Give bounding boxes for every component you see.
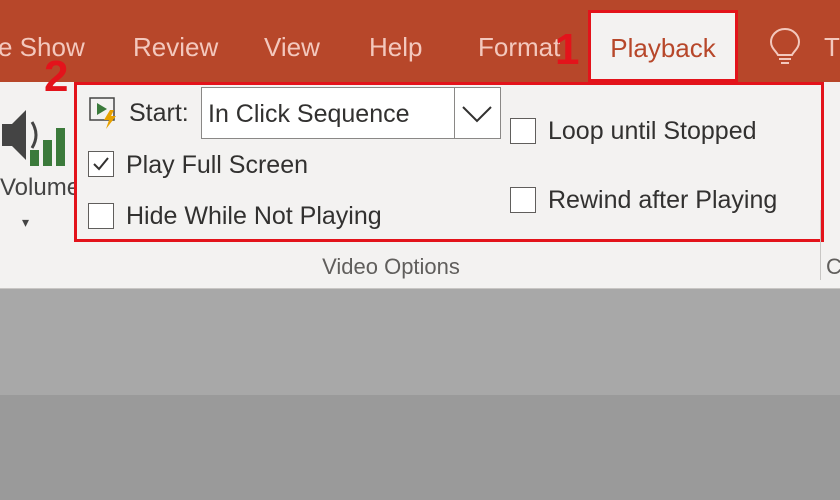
start-label: Start: [129,99,189,127]
loop-until-stopped-checkbox[interactable] [510,118,536,144]
tab-format[interactable]: Format [478,30,560,64]
tab-slide-show[interactable]: e Show [0,30,85,64]
rewind-after-playing-label[interactable]: Rewind after Playing [548,184,777,216]
tab-review[interactable]: Review [133,30,218,64]
annotation-marker-1: 1 [555,25,580,74]
tab-help[interactable]: Help [369,30,422,64]
chevron-down-icon[interactable] [454,88,500,138]
tab-playback[interactable]: Playback [588,10,738,82]
volume-dropdown-caret[interactable]: ▾ [22,214,29,231]
start-dropdown[interactable]: In Click Sequence [201,87,501,139]
hide-while-not-playing-checkbox[interactable] [88,203,114,229]
annotation-marker-2: 2 [44,52,69,101]
video-options-group-label: Video Options [322,254,460,279]
lightbulb-icon[interactable] [768,26,802,71]
play-full-screen-label[interactable]: Play Full Screen [126,149,308,181]
hide-while-not-playing-label[interactable]: Hide While Not Playing [126,200,382,232]
play-full-screen-checkbox[interactable] [88,151,114,177]
speaker-icon[interactable] [0,102,70,173]
tab-playback-label: Playback [610,33,716,63]
loop-until-stopped-label[interactable]: Loop until Stopped [548,115,757,147]
next-group-label: C [826,254,840,279]
group-divider [820,210,821,280]
rewind-after-playing-checkbox[interactable] [510,187,536,213]
play-lightning-icon [88,96,122,135]
tab-view[interactable]: View [264,30,320,64]
slide-area [0,289,840,395]
checkmark-icon [91,154,111,179]
start-dropdown-value: In Click Sequence [208,100,410,128]
tab-tell-me[interactable]: T [824,30,840,64]
volume-label[interactable]: Volume [0,172,80,204]
